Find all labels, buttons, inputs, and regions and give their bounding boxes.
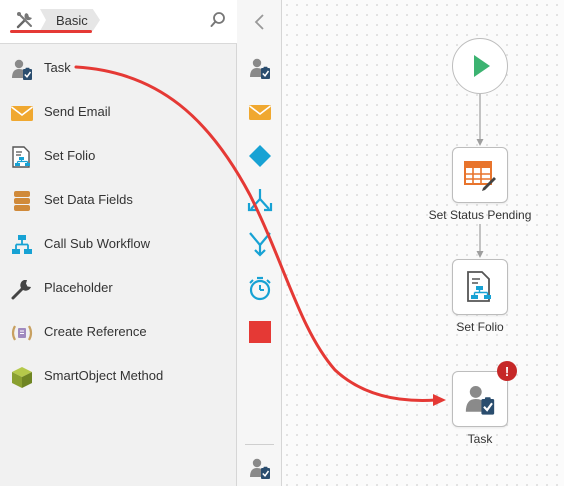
toolbox-item-placeholder[interactable]: Placeholder — [0, 266, 236, 310]
breadcrumb-underline — [10, 30, 92, 33]
rail-item-email[interactable] — [237, 92, 282, 132]
toolbox-item-label: SmartObject Method — [44, 368, 164, 383]
toolbox-item-create-reference[interactable]: Create Reference — [0, 310, 236, 354]
rail-divider — [245, 444, 274, 445]
node-set-folio[interactable] — [452, 259, 508, 315]
toolbox-header: Basic — [0, 0, 237, 44]
task-icon — [249, 58, 270, 79]
decision-icon — [248, 145, 271, 167]
rail-footer-task[interactable] — [237, 448, 282, 486]
toolbox-item-send-email[interactable]: Send Email — [0, 90, 236, 134]
node-task[interactable] — [452, 371, 508, 427]
node-label-set-status-pending: Set Status Pending — [428, 208, 532, 222]
smartobject-icon — [9, 364, 35, 390]
email-icon — [9, 100, 35, 126]
rail-item-timer[interactable] — [237, 268, 282, 308]
folio-icon — [467, 271, 491, 302]
start-node[interactable] — [452, 38, 508, 94]
toolbox-item-label: Send Email — [44, 104, 111, 119]
rail-item-end[interactable] — [237, 312, 282, 352]
error-badge[interactable]: ! — [497, 361, 517, 381]
quick-tools-rail — [237, 0, 282, 486]
rail-item-decision[interactable] — [237, 136, 282, 176]
task-icon — [9, 56, 35, 82]
toolbox-panel: Basic Task Send Email Set Folio Set Data… — [0, 0, 237, 486]
toolbox-item-label: Placeholder — [44, 280, 113, 295]
rail-item-merge[interactable] — [237, 224, 282, 264]
tools-icon — [16, 12, 32, 29]
toolbox-item-set-folio[interactable]: Set Folio — [0, 134, 236, 178]
set-data-fields-icon — [464, 161, 496, 191]
node-label-set-folio: Set Folio — [456, 320, 504, 334]
toolbox-item-label: Set Folio — [44, 148, 96, 163]
toolbox-item-label: Task — [44, 60, 71, 75]
toolbox-item-call-sub-workflow[interactable]: Call Sub Workflow — [0, 222, 236, 266]
toolbox-item-label: Create Reference — [44, 324, 147, 339]
rail-item-split[interactable] — [237, 180, 282, 220]
node-set-status-pending[interactable] — [452, 147, 508, 203]
search-icon — [210, 12, 225, 27]
node-label-task: Task — [467, 432, 493, 446]
timer-icon — [248, 276, 271, 301]
sub-workflow-icon — [9, 232, 35, 258]
breadcrumb-basic[interactable]: Basic — [40, 9, 100, 31]
reference-icon — [9, 320, 35, 346]
folio-icon — [9, 144, 35, 170]
end-icon — [248, 321, 271, 343]
search-button[interactable] — [207, 9, 229, 31]
task-icon — [249, 458, 270, 479]
task-icon — [465, 385, 495, 415]
merge-icon — [248, 232, 271, 257]
email-icon — [248, 105, 271, 120]
data-fields-icon — [9, 188, 35, 214]
wrench-icon — [9, 276, 35, 302]
rail-item-task[interactable] — [237, 48, 282, 88]
toolbox-item-set-data-fields[interactable]: Set Data Fields — [0, 178, 236, 222]
split-icon — [247, 189, 272, 212]
play-icon — [459, 45, 501, 87]
toolbox-item-label: Set Data Fields — [44, 192, 133, 207]
collapse-button[interactable] — [237, 2, 282, 42]
breadcrumb-basic-label: Basic — [56, 12, 88, 28]
toolbox-item-smartobject-method[interactable]: SmartObject Method — [0, 354, 236, 398]
chevron-left-icon — [254, 14, 264, 30]
toolbox-item-label: Call Sub Workflow — [44, 236, 150, 251]
toolbox-item-task[interactable]: Task — [0, 46, 236, 90]
workflow-canvas[interactable] — [282, 0, 564, 486]
breadcrumb-tools[interactable] — [8, 9, 42, 31]
